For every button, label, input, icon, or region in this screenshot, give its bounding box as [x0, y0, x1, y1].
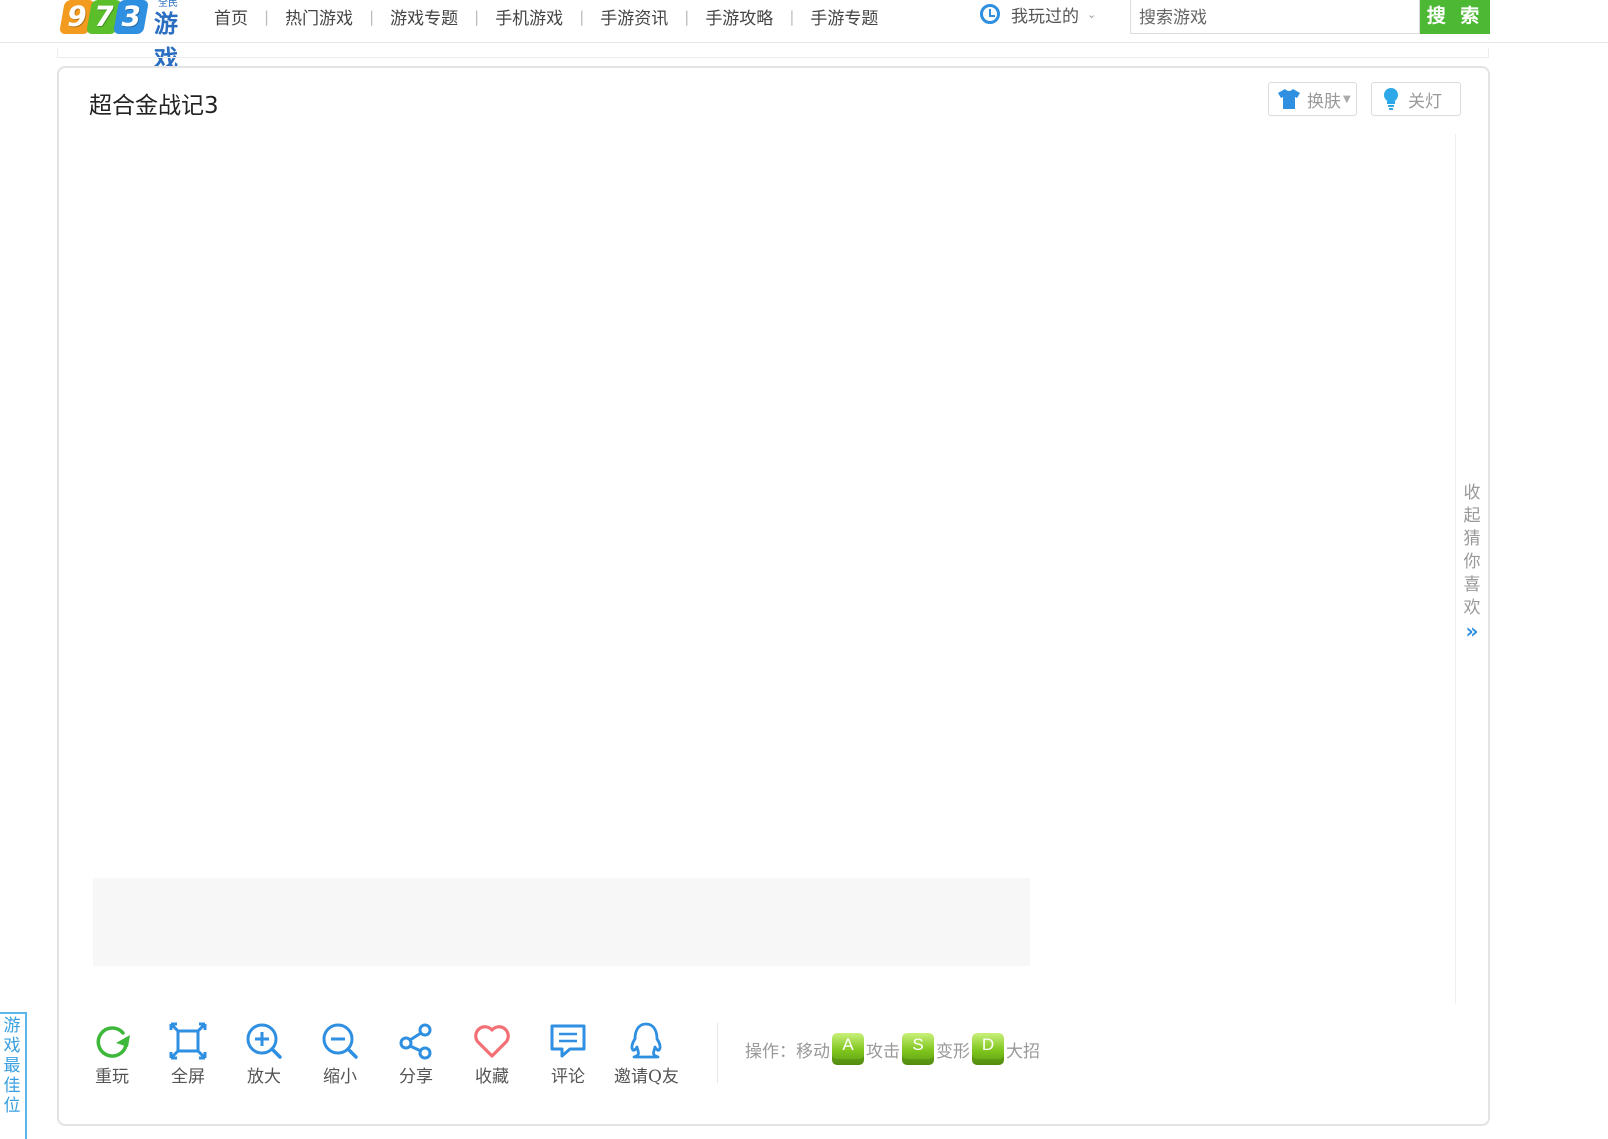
game-panel: 超合金战记3 换肤 ▼ 关灯 收起猜你喜欢 » 重玩 全屏 放大 缩小 分享 收…: [57, 66, 1490, 1126]
collapse-label: 收起猜你喜欢: [1463, 483, 1481, 618]
lights-off-button[interactable]: 关灯: [1371, 82, 1461, 116]
control-ultimate-label: 大招: [1006, 1041, 1040, 1062]
top-bar: 9 7 3 全民 游戏 首页 | 热门游戏 | 游戏专题 | 手机游戏 | 手游资讯 | …: [0, 0, 1608, 73]
zoom-in-button[interactable]: 放大: [234, 1021, 294, 1087]
replay-icon: [96, 1026, 130, 1058]
game-toolbar: 重玩 全屏 放大 缩小 分享 收藏 评论 邀请Q友 操作： 移动 A 攻击 S …: [59, 1003, 1488, 1103]
nav-hot-games[interactable]: 热门游戏: [285, 4, 353, 29]
clock-icon: [980, 4, 1000, 24]
game-canvas[interactable]: [92, 134, 1454, 1004]
control-move-label: 移动: [796, 1041, 830, 1062]
logo-digits: 9 7 3: [59, 0, 149, 34]
key-d-icon: D: [972, 1033, 1004, 1065]
double-chevron-right-icon: »: [1465, 619, 1479, 643]
comment-button[interactable]: 评论: [538, 1021, 598, 1087]
zoom-out-label: 缩小: [323, 1067, 357, 1087]
caret-down-icon: ▼: [1343, 93, 1351, 105]
lights-off-label: 关灯: [1408, 91, 1442, 112]
ad-placeholder: [93, 878, 1030, 966]
zoom-out-icon: [322, 1023, 358, 1059]
fullscreen-label: 全屏: [171, 1067, 205, 1087]
shirt-icon: [1278, 89, 1300, 109]
zoom-out-button[interactable]: 缩小: [310, 1021, 370, 1087]
replay-label: 重玩: [95, 1067, 129, 1087]
share-button[interactable]: 分享: [386, 1021, 446, 1087]
logo-word: 游戏: [154, 10, 179, 73]
logo-digit-3: 3: [113, 0, 149, 34]
change-skin-button[interactable]: 换肤 ▼: [1268, 82, 1357, 116]
heart-icon: [474, 1025, 510, 1058]
controls-prefix: 操作：: [745, 1041, 796, 1062]
nav-mobile-topics[interactable]: 手游专题: [810, 4, 878, 29]
nav-mobile-news[interactable]: 手游资讯: [600, 4, 668, 29]
zoom-in-icon: [246, 1023, 282, 1059]
collapse-recommendations-toggle[interactable]: 收起猜你喜欢 »: [1455, 134, 1489, 1004]
share-icon: [399, 1023, 432, 1060]
zoom-in-label: 放大: [247, 1067, 281, 1087]
chevron-down-icon: ⌄: [1087, 7, 1097, 21]
fullscreen-icon: [169, 1022, 207, 1060]
replay-button[interactable]: 重玩: [82, 1021, 142, 1087]
control-attack-label: 攻击: [866, 1041, 900, 1062]
nav-game-topics[interactable]: 游戏专题: [390, 4, 458, 29]
main-nav: 首页 | 热门游戏 | 游戏专题 | 手机游戏 | 手游资讯 | 手游攻略 | 手游专题: [214, 4, 878, 30]
qq-icon: [630, 1022, 662, 1059]
search-input[interactable]: 搜索游戏: [1130, 0, 1420, 34]
favorite-label: 收藏: [475, 1067, 509, 1087]
side-floating-tab[interactable]: 游戏最佳位: [0, 1012, 27, 1139]
search-button[interactable]: 搜 索: [1420, 0, 1490, 34]
nav-home[interactable]: 首页: [214, 4, 248, 29]
invite-qq-friend-button[interactable]: 邀请Q友: [614, 1021, 679, 1087]
toolbar-divider: [717, 1023, 718, 1083]
lightbulb-icon: [1384, 88, 1398, 110]
key-a-icon: A: [832, 1033, 864, 1065]
comment-label: 评论: [551, 1067, 585, 1087]
invite-qq-friend-label: 邀请Q友: [614, 1067, 679, 1087]
nav-mobile-games[interactable]: 手机游戏: [495, 4, 563, 29]
nav-mobile-guides[interactable]: 手游攻略: [705, 4, 773, 29]
played-label: 我玩过的: [1011, 6, 1079, 27]
game-controls-legend: 操作： 移动 A 攻击 S 变形 D 大招: [745, 1031, 1040, 1067]
site-logo[interactable]: 9 7 3 全民 游戏: [59, 0, 202, 73]
key-s-icon: S: [902, 1033, 934, 1065]
side-tab-label: 游戏最佳位: [3, 1016, 21, 1116]
played-history-dropdown[interactable]: 我玩过的 ⌄: [980, 0, 1096, 28]
fullscreen-button[interactable]: 全屏: [158, 1021, 218, 1087]
favorite-button[interactable]: 收藏: [462, 1021, 522, 1087]
control-transform-label: 变形: [936, 1041, 970, 1062]
share-label: 分享: [399, 1067, 433, 1087]
comment-icon: [550, 1024, 586, 1058]
game-title: 超合金战记3: [89, 93, 219, 119]
change-skin-label: 换肤: [1307, 91, 1341, 112]
sub-header-strip: [57, 48, 1489, 58]
